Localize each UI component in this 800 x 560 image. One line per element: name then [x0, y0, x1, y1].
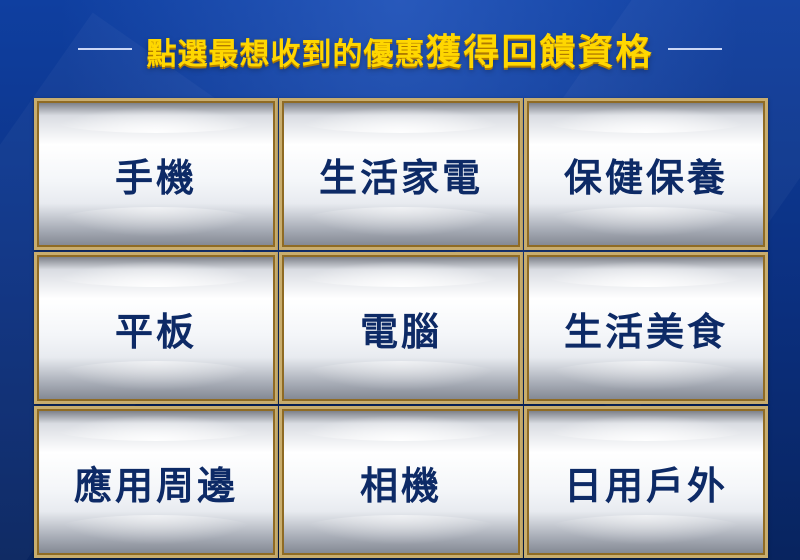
category-label: 日用戶外 [563, 463, 728, 508]
category-button-camera[interactable]: 相機 [279, 406, 523, 558]
header: 點選最想收到的優惠 獲得回饋資格 [0, 14, 800, 84]
header-right-divider [667, 48, 722, 50]
category-button-computer[interactable]: 電腦 [279, 252, 523, 404]
page-title-part2: 獲得回饋資格 [425, 32, 654, 73]
header-left-divider [78, 48, 133, 50]
category-grid: 手機 生活家電 保健保養 平板 電腦 生活美食 應用周邊 相機 日用戶外 [34, 98, 768, 558]
page-title: 點選最想收到的優惠 獲得回饋資格 [146, 23, 653, 75]
category-button-phone[interactable]: 手機 [34, 98, 278, 250]
category-label: 生活美食 [563, 309, 728, 354]
category-label: 平板 [114, 309, 197, 354]
category-label: 生活家電 [318, 155, 483, 200]
category-label: 相機 [359, 463, 442, 508]
page-title-part1: 點選最想收到的優惠 [146, 37, 426, 72]
category-button-health-care[interactable]: 保健保養 [524, 98, 768, 250]
category-button-home-appliances[interactable]: 生活家電 [279, 98, 523, 250]
category-button-accessories[interactable]: 應用周邊 [34, 406, 278, 558]
category-label: 手機 [114, 155, 197, 200]
category-label: 電腦 [359, 309, 442, 354]
category-label: 應用周邊 [73, 463, 238, 508]
category-button-daily-outdoor[interactable]: 日用戶外 [524, 406, 768, 558]
category-button-lifestyle-food[interactable]: 生活美食 [524, 252, 768, 404]
category-button-tablet[interactable]: 平板 [34, 252, 278, 404]
promo-page: 點選最想收到的優惠 獲得回饋資格 手機 生活家電 保健保養 平板 電腦 生活美食… [0, 0, 800, 560]
category-label: 保健保養 [563, 155, 728, 200]
